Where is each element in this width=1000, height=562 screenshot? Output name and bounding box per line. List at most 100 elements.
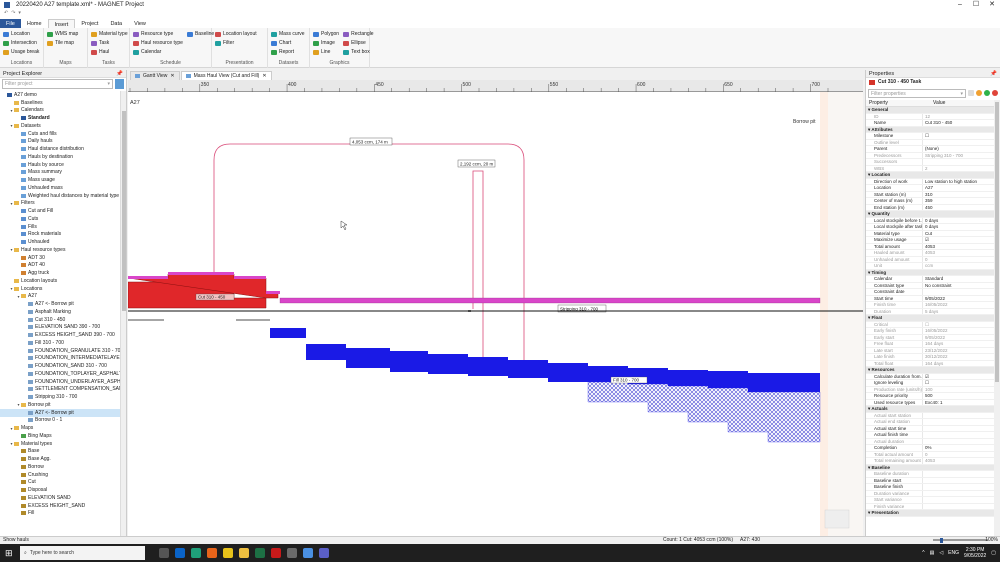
language-indicator[interactable]: ENG — [948, 550, 959, 556]
ribbon-chart-button[interactable]: Chart — [271, 39, 305, 47]
property-value[interactable] — [922, 477, 994, 483]
tree-item[interactable]: Fills — [0, 223, 120, 231]
tree-item[interactable]: Cut — [0, 479, 120, 487]
ribbon-intersection-button[interactable]: Intersection — [3, 39, 39, 47]
pin-icon[interactable]: 📌 — [990, 70, 997, 78]
tree-item[interactable]: Base — [0, 448, 120, 456]
mass-haul-view[interactable]: Borrow pit A27 4,053 ccm, 174 m 2,192 cc… — [127, 92, 863, 536]
tree-item[interactable]: Borrow — [0, 463, 120, 471]
task-view-icon[interactable] — [159, 548, 169, 558]
clock[interactable]: 2:30 PM 9/05/2022 — [964, 547, 986, 559]
haul-line-1[interactable] — [213, 143, 525, 367]
property-value[interactable]: Cut 310 - 450 — [922, 120, 994, 126]
properties-scrollbar[interactable] — [994, 100, 1000, 536]
fill-block-2[interactable] — [306, 344, 820, 392]
property-value[interactable]: 4053 — [922, 243, 994, 249]
property-value[interactable]: ☑ — [922, 237, 994, 243]
tree-item[interactable]: Cuts — [0, 215, 120, 223]
stripping-band[interactable] — [279, 297, 821, 304]
tree-item[interactable]: ▾ Haul resource types — [0, 246, 120, 254]
tree-item[interactable]: Cuts and fills — [0, 130, 120, 138]
tree-item[interactable]: SETTLEMENT COMPENSATION_SAND 3 — [0, 386, 120, 394]
explorer-scrollbar[interactable] — [120, 91, 126, 536]
property-category[interactable]: ▾ Presentation — [866, 510, 994, 517]
explorer-icon[interactable] — [239, 548, 249, 558]
tree-item[interactable]: ▾ Locations — [0, 285, 120, 293]
fill-block-1[interactable] — [270, 328, 306, 338]
tree-item[interactable]: Base Agg. — [0, 455, 120, 463]
menu-tab-home[interactable]: Home — [21, 19, 48, 28]
tree-item[interactable]: Hauls by source — [0, 161, 120, 169]
property-value[interactable]: 310 — [922, 191, 994, 197]
property-value[interactable]: Low station to high station — [922, 178, 994, 184]
tree-item[interactable]: Fill 310 - 700 — [0, 339, 120, 347]
property-value[interactable]: 500 — [922, 393, 994, 399]
excel-icon[interactable] — [255, 548, 265, 558]
property-value[interactable] — [922, 484, 994, 490]
ribbon-rectangle-button[interactable]: Rectangle — [343, 30, 374, 38]
tree-item[interactable]: Standard — [0, 114, 120, 122]
property-value[interactable]: No constraint — [922, 282, 994, 288]
ribbon-calendar-button[interactable]: Calendar — [133, 48, 183, 56]
tree-item[interactable]: Crushing — [0, 471, 120, 479]
tree-item[interactable]: Mass usage — [0, 176, 120, 184]
notification-icon[interactable]: ▢ — [991, 550, 996, 556]
menu-tab-project[interactable]: Project — [75, 19, 104, 28]
ribbon-line-button[interactable]: Line — [313, 48, 339, 56]
dropdown-icon[interactable]: ▾ — [107, 80, 110, 88]
minimize-icon[interactable]: – — [952, 0, 968, 10]
property-value[interactable]: Standard — [922, 276, 994, 282]
maximize-icon[interactable]: ☐ — [968, 0, 984, 10]
property-value[interactable]: Exc40: 1 — [922, 399, 994, 405]
ribbon-haul-resource-type-button[interactable]: Haul resource type — [133, 39, 183, 47]
property-value[interactable]: 0 days — [922, 217, 994, 223]
property-value[interactable]: 359 — [922, 198, 994, 204]
property-value[interactable]: 0 days — [922, 224, 994, 230]
zoom-slider-handle[interactable] — [940, 538, 943, 543]
tree-item[interactable]: Weighted haul distances by material type — [0, 192, 120, 200]
redo-icon[interactable]: ↷ — [11, 10, 15, 18]
tree-item[interactable]: A27 <- Borrow pit — [0, 300, 120, 308]
tree-item[interactable]: A27 <- Borrow pit — [0, 408, 120, 417]
ribbon-haul-button[interactable]: Haul — [91, 48, 128, 56]
close-icon[interactable]: ✕ — [984, 0, 1000, 10]
undo-icon[interactable]: ↶ — [4, 10, 8, 18]
tree-item[interactable]: ▾ Filters — [0, 200, 120, 208]
taskbar-search[interactable]: ⌕ Type here to search — [20, 546, 145, 560]
document-tab[interactable]: Mass Haul View (Cut and Fill) ✕ — [180, 71, 272, 80]
explorer-search-input[interactable]: Filter project ▾ — [2, 79, 113, 89]
tree-item[interactable]: A27 demo — [0, 91, 120, 99]
ribbon-ellipse-button[interactable]: Ellipse — [343, 39, 374, 47]
back-icon[interactable] — [976, 90, 982, 96]
delete-icon[interactable] — [992, 90, 998, 96]
tree-item[interactable]: FOUNDATION_SAND 310 - 700 — [0, 362, 120, 370]
dropdown-icon[interactable]: ▾ — [960, 90, 963, 98]
ribbon-task-button[interactable]: Task — [91, 39, 128, 47]
sort-icon[interactable] — [968, 90, 974, 96]
ribbon-polygon-button[interactable]: Polygon — [313, 30, 339, 38]
menu-tab-view[interactable]: View — [128, 19, 152, 28]
tree-item[interactable]: Hauls by destination — [0, 153, 120, 161]
tree-item[interactable]: Bing Maps — [0, 432, 120, 440]
haul-line-2[interactable] — [472, 170, 484, 367]
teams-icon[interactable] — [319, 548, 329, 558]
tree-item[interactable]: Borrow 0 - 1 — [0, 417, 120, 425]
property-value[interactable]: ☑ — [922, 373, 994, 379]
tree-item[interactable]: Rock materials — [0, 231, 120, 239]
network-icon[interactable]: ▤ — [930, 550, 935, 556]
ribbon-location-layout-button[interactable]: Location layout — [215, 30, 257, 38]
property-value[interactable] — [922, 289, 994, 295]
tree-item[interactable]: FOUNDATION_INTERMEDIATELAYER_AS — [0, 355, 120, 363]
tree-item[interactable]: ▾ Datasets — [0, 122, 120, 130]
tree-item[interactable]: Disposal — [0, 486, 120, 494]
ribbon-material-type-button[interactable]: Material type — [91, 30, 128, 38]
property-value[interactable]: Cut — [922, 230, 994, 236]
tree-item[interactable]: ▾ Material types — [0, 440, 120, 448]
ribbon-usage-break-button[interactable]: Usage break — [3, 48, 39, 56]
ribbon-mass-curve-button[interactable]: Mass curve — [271, 30, 305, 38]
volume-icon[interactable]: ◁ — [939, 550, 943, 556]
tree-item[interactable]: Daily hauls — [0, 138, 120, 146]
menu-tab-insert[interactable]: Insert — [47, 19, 76, 28]
tree-item[interactable]: Cut and Fill — [0, 207, 120, 215]
tree-item[interactable]: Fill — [0, 510, 120, 518]
